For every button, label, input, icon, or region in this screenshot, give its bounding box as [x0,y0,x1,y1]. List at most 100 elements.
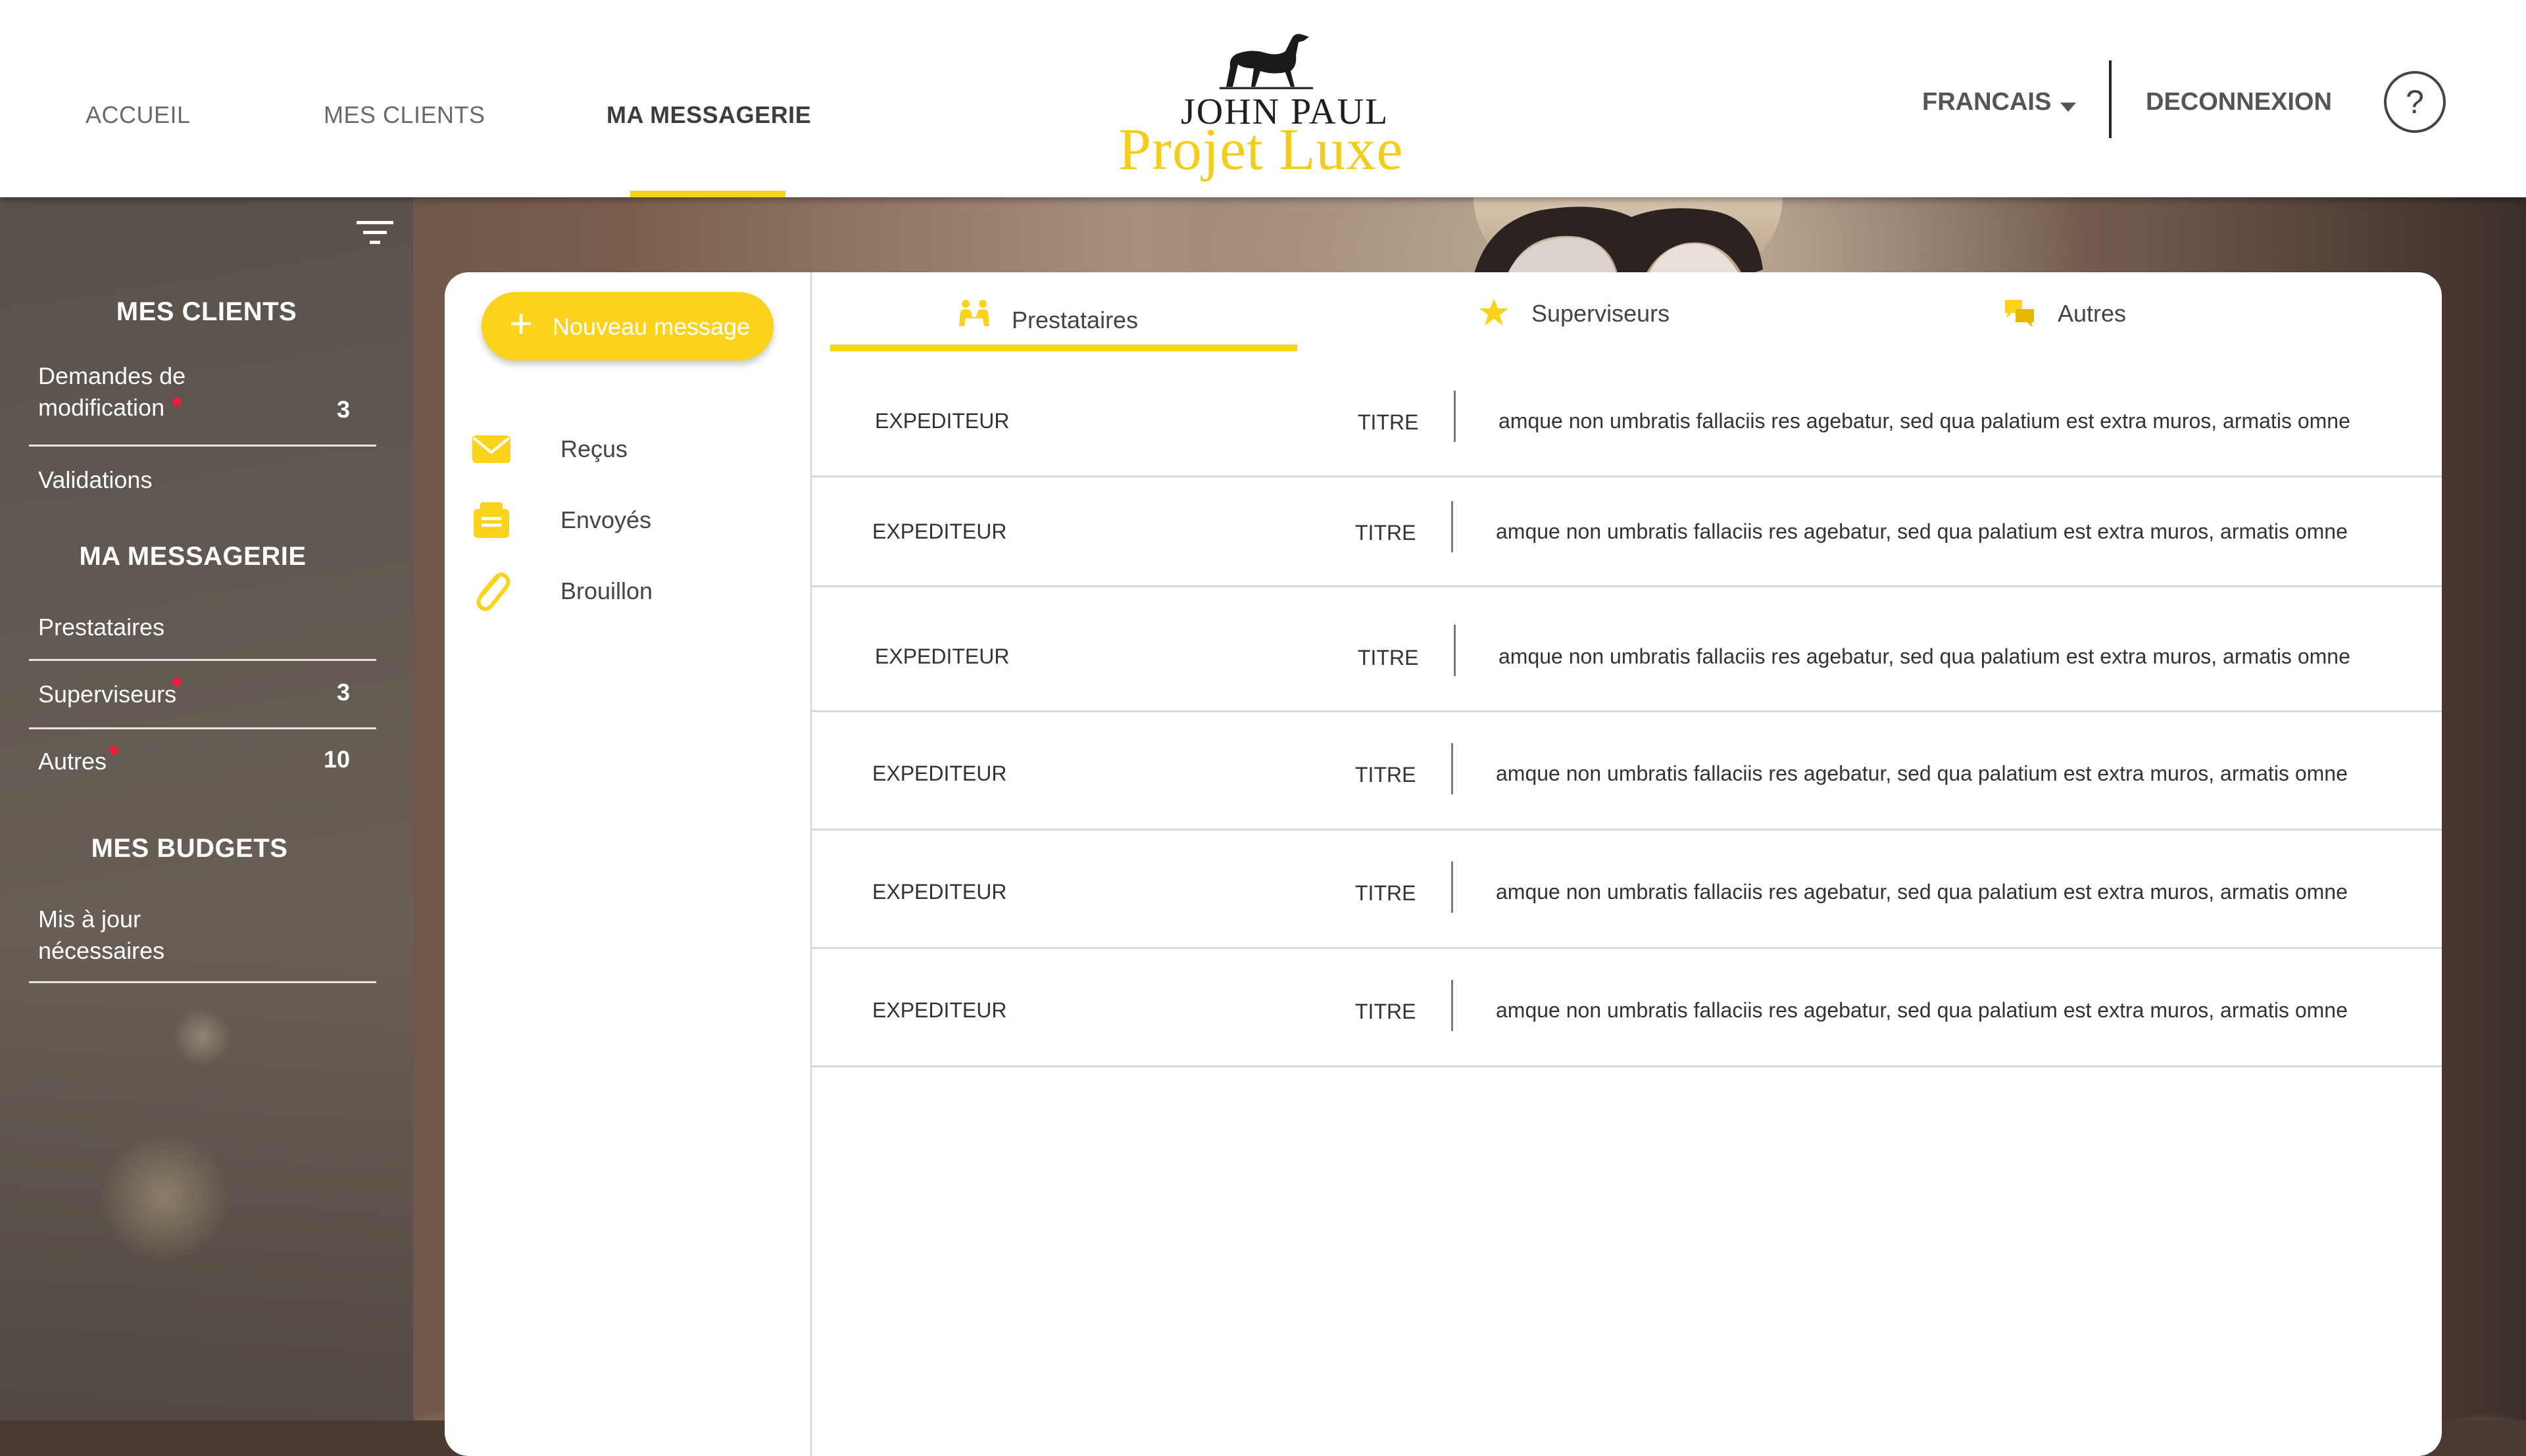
column-separator [1451,501,1453,552]
nav-accueil[interactable]: ACCUEIL [86,101,191,129]
message-preview: amque non umbratis fallaciis res agebatu… [1496,762,2348,785]
message-preview: amque non umbratis fallaciis res agebatu… [1496,998,2348,1022]
sidebar-item-autres[interactable]: Autres [38,746,107,777]
chat-icon [2005,300,2034,328]
sidebar-item-prestataires[interactable]: Prestataires [38,612,164,643]
tab-label: Autres [2058,300,2127,327]
chevron-down-icon[interactable] [2060,103,2076,112]
bokeh-light [172,1007,232,1067]
star-icon [1479,299,1508,326]
sidebar-item-superviseurs[interactable]: Superviseurs [38,679,176,710]
alert-dot [109,746,118,755]
paperclip-icon [476,572,510,612]
tab-prestataires[interactable]: Prestataires [958,292,1155,345]
message-sender: EXPEDITEUR [875,644,1010,668]
message-preview: amque non umbratis fallaciis res agebatu… [1498,644,2350,668]
alert-dot [172,677,182,687]
tab-label: Superviseurs [1531,300,1670,327]
top-header: ACCUEIL MES CLIENTS MA MESSAGERIE JOHN P… [0,0,2526,197]
folder-recus[interactable]: Reçus [471,429,813,475]
sidebar-item-validations[interactable]: Validations [38,464,152,496]
sidebar-divider [29,445,376,447]
sidebar-item-label: Demandes de modification [38,362,186,421]
message-title: TITRE [1358,410,1419,434]
sidebar: MES CLIENTS Demandes de modification 3 V… [0,197,413,1420]
column-separator [1451,861,1453,913]
row-divider [812,947,2442,949]
tab-superviseurs[interactable]: Superviseurs [1477,292,1688,345]
message-preview: amque non umbratis fallaciis res agebatu… [1496,880,2348,904]
sidebar-item-count: 3 [336,679,350,706]
sidebar-heading-mes-budgets: MES BUDGETS [91,834,288,863]
plus-icon: + [509,301,533,347]
greyhound-logo-icon [1220,34,1313,89]
nav-mes-clients[interactable]: MES CLIENTS [324,101,485,129]
folder-label: Brouillon [560,577,653,604]
sidebar-item-label: Superviseurs [38,681,177,708]
help-button[interactable]: ? [2384,71,2446,133]
sidebar-item-label: Mis à jour nécessaires [38,906,165,964]
new-message-label: Nouveau message [553,313,751,340]
logo-text-projet-luxe: Projet Luxe [1118,117,1404,182]
message-row[interactable]: EXPEDITEUR TITRE amque non umbratis fall… [812,831,2442,950]
message-sender: EXPEDITEUR [872,998,1007,1022]
message-row[interactable]: EXPEDITEUR TITRE amque non umbratis fall… [812,364,2442,483]
row-divider [812,710,2442,712]
people-icon [959,300,989,326]
sidebar-item-demandes-modification[interactable]: Demandes de modification [38,360,209,424]
sidebar-divider [29,727,376,729]
sidebar-item-label: Validations [38,466,153,493]
message-title: TITRE [1358,646,1419,669]
folder-label: Envoyés [560,506,652,533]
row-divider [812,585,2442,587]
nav-active-indicator [630,191,785,197]
outbox-icon [474,502,509,538]
column-separator [1451,743,1453,794]
background-sunglasses [1474,206,1763,276]
message-preview: amque non umbratis fallaciis res agebatu… [1496,520,2348,543]
sidebar-heading-mes-clients: MES CLIENTS [116,297,297,326]
message-title: TITRE [1355,881,1416,905]
language-select[interactable]: FRANCAIS [1922,88,2051,116]
message-sender: EXPEDITEUR [875,409,1010,433]
sidebar-item-mises-a-jour[interactable]: Mis à jour nécessaires [38,904,196,967]
sidebar-divider [29,981,376,983]
sidebar-item-label: Autres [38,748,107,775]
message-title: TITRE [1355,1000,1416,1023]
header-divider [2109,61,2112,138]
sidebar-item-label: Prestataires [38,614,165,641]
message-sender: EXPEDITEUR [872,880,1007,904]
message-preview: amque non umbratis fallaciis res agebatu… [1498,409,2350,433]
tab-autres[interactable]: Autres [2004,292,2162,345]
message-title: TITRE [1355,521,1416,545]
messaging-panel: + Nouveau message Reçus Envoyés Brouillo… [445,272,2442,1456]
sidebar-item-count: 3 [336,396,350,423]
new-message-button[interactable]: + Nouveau message [482,292,774,360]
logout-button[interactable]: DECONNEXION [2146,88,2332,116]
filter-icon[interactable] [355,218,395,247]
column-separator [1451,980,1453,1031]
envelope-icon [472,435,510,463]
message-row[interactable]: EXPEDITEUR TITRE amque non umbratis fall… [812,950,2442,1068]
bokeh-light [99,1131,230,1263]
folder-label: Reçus [560,435,628,462]
tab-label: Prestataires [1012,306,1139,333]
message-row[interactable]: EXPEDITEUR TITRE amque non umbratis fall… [812,477,2442,596]
folder-envoyes[interactable]: Envoyés [471,500,813,546]
message-row[interactable]: EXPEDITEUR TITRE amque non umbratis fall… [812,713,2442,831]
tab-active-indicator [830,345,1297,351]
message-title: TITRE [1355,763,1416,787]
column-separator [1454,391,1456,442]
row-divider [812,1065,2442,1067]
row-divider [812,829,2442,831]
message-sender: EXPEDITEUR [872,520,1007,543]
column-separator [1454,625,1456,676]
folder-brouillon[interactable]: Brouillon [471,571,813,617]
brand-logo[interactable]: JOHN PAUL Projet Luxe [1118,29,1408,182]
message-row[interactable]: EXPEDITEUR TITRE amque non umbratis fall… [812,588,2442,706]
sidebar-item-count: 10 [323,746,350,773]
nav-ma-messagerie[interactable]: MA MESSAGERIE [607,101,811,129]
message-sender: EXPEDITEUR [872,762,1007,785]
sidebar-divider [29,659,376,661]
alert-dot [172,397,182,406]
